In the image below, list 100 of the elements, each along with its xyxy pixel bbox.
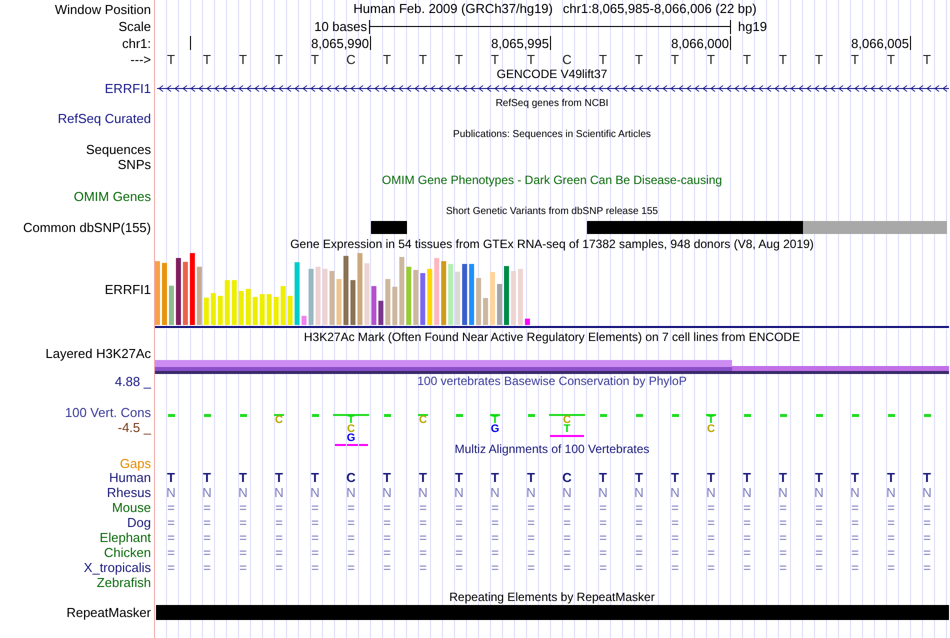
ruler-tick xyxy=(730,36,731,50)
base-letter: T xyxy=(310,471,320,484)
base-letter: = xyxy=(346,561,356,574)
expression-bar xyxy=(434,258,440,325)
expression-bar xyxy=(462,264,468,325)
conservation-tick xyxy=(888,414,894,417)
base-letter: T xyxy=(886,471,896,484)
track-label[interactable]: RefSeq Curated xyxy=(58,111,151,126)
track-title: RefSeq genes from NCBI xyxy=(496,98,608,108)
expression-bar xyxy=(350,280,356,325)
gene-label[interactable]: ERRFI1 xyxy=(104,81,151,96)
sequence-logo: T C G xyxy=(333,414,369,446)
species-label[interactable]: Elephant xyxy=(100,530,151,545)
expression-bar xyxy=(497,284,502,325)
base-letter: T xyxy=(742,471,752,484)
expression-bar xyxy=(260,294,265,325)
base-letter: = xyxy=(454,546,464,559)
track-label[interactable]: RepeatMasker xyxy=(66,604,151,620)
species-label[interactable]: Rhesus xyxy=(106,485,151,500)
species-label[interactable]: Chicken xyxy=(104,545,151,560)
track-label[interactable]: Common dbSNP(155) xyxy=(23,220,151,234)
base-letter: = xyxy=(886,546,896,559)
base-letter: = xyxy=(670,531,680,544)
base-letter: C xyxy=(561,53,573,66)
base-letter: = xyxy=(850,561,860,574)
track-title: OMIM Gene Phenotypes - Dark Green Can Be Disease-causing xyxy=(382,174,722,186)
base-letter: T xyxy=(886,53,896,66)
expression-bar xyxy=(510,270,516,325)
species-label[interactable]: Zebrafish xyxy=(96,575,151,590)
track-label[interactable]: Layered H3K27Ac xyxy=(45,346,151,361)
base-letter: T xyxy=(382,471,392,484)
base-letter: C xyxy=(345,471,357,484)
expression-bar xyxy=(371,286,376,325)
expression-bar xyxy=(413,270,418,325)
base-letter: T xyxy=(922,53,932,66)
axis-label: 4.88 _ xyxy=(114,374,151,388)
conservation-tick xyxy=(744,414,750,417)
base-letter: = xyxy=(922,546,932,559)
expression-bar xyxy=(448,264,454,325)
expression-bar xyxy=(308,268,314,325)
base-letter: = xyxy=(706,516,716,529)
base-letter: = xyxy=(742,501,752,514)
base-letter: = xyxy=(202,561,212,574)
ruler-tick xyxy=(370,36,371,50)
base-letter: = xyxy=(274,561,284,574)
track-label[interactable]: ERRFI1 xyxy=(104,282,151,296)
base-letter: T xyxy=(526,53,536,66)
species-label[interactable]: X_tropicalis xyxy=(84,560,151,575)
base-letter: T xyxy=(670,53,680,66)
expression-bar xyxy=(162,262,167,325)
base-letter: N xyxy=(345,486,357,499)
expression-bar xyxy=(294,262,300,325)
base-letter: N xyxy=(633,486,645,499)
species-label[interactable]: Human xyxy=(109,470,151,485)
base-letter: = xyxy=(526,501,536,514)
base-letter: = xyxy=(634,531,644,544)
base-letter: = xyxy=(238,531,248,544)
expression-bar xyxy=(357,253,362,325)
base-letter: T xyxy=(814,53,824,66)
expression-bar xyxy=(168,286,174,325)
base-letter: = xyxy=(778,561,788,574)
row-label: chr1: xyxy=(122,36,151,51)
base-letter: N xyxy=(705,486,717,499)
base-letter: = xyxy=(454,531,464,544)
base-letter: = xyxy=(706,546,716,559)
coordinate-label: 8,066,005 xyxy=(851,36,910,50)
base-letter: T xyxy=(634,53,644,66)
conservation-tick xyxy=(204,414,210,417)
base-letter: = xyxy=(634,501,644,514)
species-label[interactable]: Mouse xyxy=(112,500,151,515)
row-label: Scale xyxy=(118,19,151,34)
base-letter: T xyxy=(274,53,284,66)
base-letter: N xyxy=(525,486,537,499)
base-letter: T xyxy=(706,53,716,66)
expression-bar xyxy=(385,279,390,325)
base-letter: = xyxy=(490,561,500,574)
gene-strand-line[interactable] xyxy=(156,85,949,92)
base-letter: = xyxy=(202,531,212,544)
base-letter: = xyxy=(922,516,932,529)
expression-bar xyxy=(441,261,446,325)
species-label[interactable]: Dog xyxy=(127,515,151,530)
base-letter: T xyxy=(238,471,248,484)
base-letter: T xyxy=(850,471,860,484)
track-label[interactable]: OMIM Genes xyxy=(74,189,151,204)
track-label[interactable]: SNPs xyxy=(118,157,151,172)
base-letter: = xyxy=(814,546,824,559)
base-letter: N xyxy=(417,486,429,499)
base-letter: = xyxy=(238,546,248,559)
base-letter: = xyxy=(850,516,860,529)
base-letter: = xyxy=(274,531,284,544)
base-letter: T xyxy=(814,471,824,484)
expression-bar xyxy=(420,273,426,325)
conservation-tick xyxy=(600,414,606,417)
base-letter: = xyxy=(310,561,320,574)
base-letter: = xyxy=(202,516,212,529)
track-label[interactable]: 100 Vert. Cons xyxy=(65,404,151,420)
ruler-tick xyxy=(550,36,551,50)
base-letter: = xyxy=(166,546,176,559)
base-letter: T xyxy=(274,471,284,484)
track-label[interactable]: Sequences xyxy=(86,142,151,157)
